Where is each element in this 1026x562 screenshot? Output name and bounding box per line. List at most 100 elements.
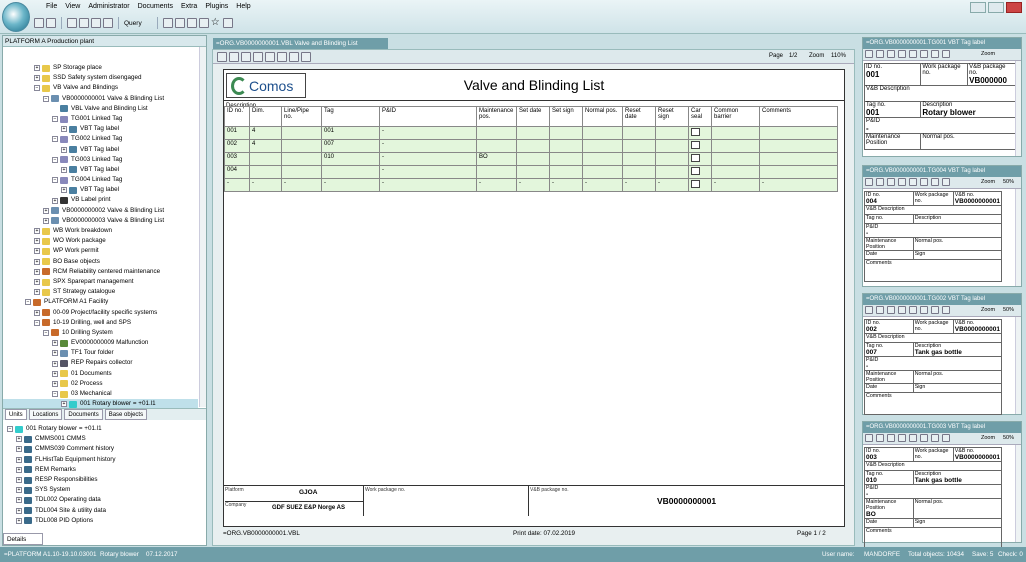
expand-toggle-icon[interactable]: +	[52, 370, 58, 377]
list-icon[interactable]	[162, 18, 173, 28]
close-button[interactable]	[1006, 2, 1022, 13]
expand-toggle-icon[interactable]: +	[52, 360, 58, 367]
car-seal-checkbox[interactable]	[691, 167, 700, 175]
tree-node[interactable]: − VB0000000001 Valve & Blinding List	[3, 94, 198, 104]
zoom-out-icon[interactable]	[931, 306, 939, 314]
save-icon[interactable]	[898, 50, 906, 58]
expand-toggle-icon[interactable]: +	[34, 75, 40, 82]
query-dropdown[interactable]: Query	[124, 20, 142, 27]
grid-icon[interactable]	[174, 18, 185, 28]
fit-icon[interactable]	[942, 306, 950, 314]
tree-node[interactable]: − TG001 Linked Tag	[3, 114, 198, 124]
edit-icon[interactable]	[876, 306, 884, 314]
tree-node[interactable]: + VBT Tag label	[3, 124, 198, 134]
tag-label-tab[interactable]: =ORG.VB0000000001.TG003 VBT Tag label	[863, 422, 1021, 433]
tree-node[interactable]: + WB Work breakdown	[3, 226, 198, 236]
table-cell[interactable]	[688, 126, 712, 140]
tree-node[interactable]: + VBT Tag label	[3, 185, 198, 195]
expand-toggle-icon[interactable]: +	[34, 65, 40, 72]
tree-node[interactable]: − PLATFORM A1 Facility	[3, 297, 198, 307]
expand-toggle-icon[interactable]: +	[16, 497, 22, 504]
tree-node[interactable]: + RCM Reliability centered maintenance	[3, 267, 198, 277]
save-icon[interactable]	[898, 178, 906, 186]
zoom-out-icon[interactable]	[931, 50, 939, 58]
navigator-icon[interactable]	[79, 18, 89, 28]
expand-toggle-icon[interactable]: −	[43, 95, 49, 102]
pan-icon[interactable]	[277, 52, 287, 62]
menu-view[interactable]: View	[65, 3, 80, 14]
pan-icon[interactable]	[920, 178, 928, 186]
expand-toggle-icon[interactable]: +	[34, 238, 40, 245]
tag-label-tab[interactable]: =ORG.VB0000000001.TG001 VBT Tag label	[863, 38, 1021, 49]
open-icon[interactable]	[67, 18, 77, 28]
tree-node[interactable]: − 10-19 Drilling, well and SPS	[3, 318, 198, 328]
zoom-out-icon[interactable]	[931, 178, 939, 186]
zoom-out-icon[interactable]	[289, 52, 299, 62]
tree-node[interactable]: + RESP Responsibilities	[3, 475, 198, 485]
expand-toggle-icon[interactable]: +	[61, 126, 67, 133]
table-row[interactable]: -------------	[224, 178, 838, 192]
tree-node[interactable]: + TDL008 PID Options	[3, 516, 198, 526]
pan-icon[interactable]	[920, 306, 928, 314]
tree-node[interactable]: + REP Repairs collector	[3, 358, 198, 368]
menu-file[interactable]: File	[46, 3, 57, 14]
tree-node[interactable]: + SP Storage place	[3, 63, 198, 73]
pan-icon[interactable]	[920, 434, 928, 442]
navigator-tab-units[interactable]: Units	[5, 409, 27, 420]
zoom-value[interactable]: 50%	[1003, 435, 1014, 441]
tree-node[interactable]: + SPX Sparepart management	[3, 277, 198, 287]
layout-icon[interactable]	[222, 18, 233, 28]
expand-toggle-icon[interactable]: +	[34, 258, 40, 265]
expand-toggle-icon[interactable]: +	[34, 309, 40, 316]
table-row[interactable]: 001 4 001-	[224, 126, 838, 140]
page-value[interactable]: 1/2	[789, 53, 797, 59]
forward-icon[interactable]	[46, 18, 56, 28]
expand-toggle-icon[interactable]: +	[52, 197, 58, 204]
expand-toggle-icon[interactable]: +	[16, 487, 22, 494]
expand-toggle-icon[interactable]: +	[16, 466, 22, 473]
expand-toggle-icon[interactable]: +	[52, 380, 58, 387]
fit-icon[interactable]	[942, 178, 950, 186]
tree-node[interactable]: + TF1 Tour folder	[3, 348, 198, 358]
details-tab[interactable]: Details	[3, 533, 43, 545]
menu-help[interactable]: Help	[236, 3, 250, 14]
expand-toggle-icon[interactable]: −	[52, 116, 58, 123]
tag-label-scrollbar[interactable]	[1015, 317, 1021, 414]
print-icon[interactable]	[887, 306, 895, 314]
edit-icon[interactable]	[229, 52, 239, 62]
expand-toggle-icon[interactable]: +	[43, 207, 49, 214]
tree-node[interactable]: − TG004 Linked Tag	[3, 175, 198, 185]
navigator-tab-documents[interactable]: Documents	[64, 409, 103, 420]
navigator-tab-locations[interactable]: Locations	[28, 409, 63, 420]
tree-node[interactable]: +02 Process	[3, 379, 198, 389]
tree-node[interactable]: + SYS System	[3, 485, 198, 495]
save-icon[interactable]	[898, 306, 906, 314]
table-row[interactable]: 002 4 007-	[224, 139, 838, 153]
table-cell[interactable]	[688, 139, 712, 153]
zoom-in-icon[interactable]	[265, 52, 275, 62]
tree-node[interactable]: + VB0000000003 Valve & Blinding List	[3, 216, 198, 226]
expand-toggle-icon[interactable]: +	[34, 268, 40, 275]
expand-toggle-icon[interactable]: −	[52, 177, 58, 184]
tree-node[interactable]: + CMMS039 Comment history	[3, 444, 198, 454]
expand-toggle-icon[interactable]: +	[52, 350, 58, 357]
tree-node[interactable]: + ST Strategy catalogue	[3, 287, 198, 297]
tree-node[interactable]: + WP Work permit	[3, 246, 198, 256]
print-icon[interactable]	[887, 50, 895, 58]
expand-toggle-icon[interactable]: −	[34, 85, 40, 92]
tree-node[interactable]: − 10 Drilling System	[3, 328, 198, 338]
car-seal-checkbox[interactable]	[691, 180, 700, 188]
tree-node[interactable]: − VB Valve and Blindings	[3, 83, 198, 93]
expand-toggle-icon[interactable]: +	[16, 436, 22, 443]
expand-toggle-icon[interactable]: −	[25, 299, 31, 306]
zoom-in-icon[interactable]	[909, 306, 917, 314]
expand-toggle-icon[interactable]: +	[16, 517, 22, 524]
tag-label-tab[interactable]: =ORG.VB0000000001.TG002 VBT Tag label	[863, 294, 1021, 305]
zoom-in-icon[interactable]	[909, 434, 917, 442]
tree-node[interactable]: + SSD Safety system disengaged	[3, 73, 198, 83]
menu-documents[interactable]: Documents	[138, 3, 173, 14]
tree-node[interactable]: − 03 Mechanical	[3, 389, 198, 399]
zoom-in-icon[interactable]	[909, 50, 917, 58]
table-row[interactable]: 003 010- BO	[224, 152, 838, 166]
tag-label-scrollbar[interactable]	[1015, 189, 1021, 286]
